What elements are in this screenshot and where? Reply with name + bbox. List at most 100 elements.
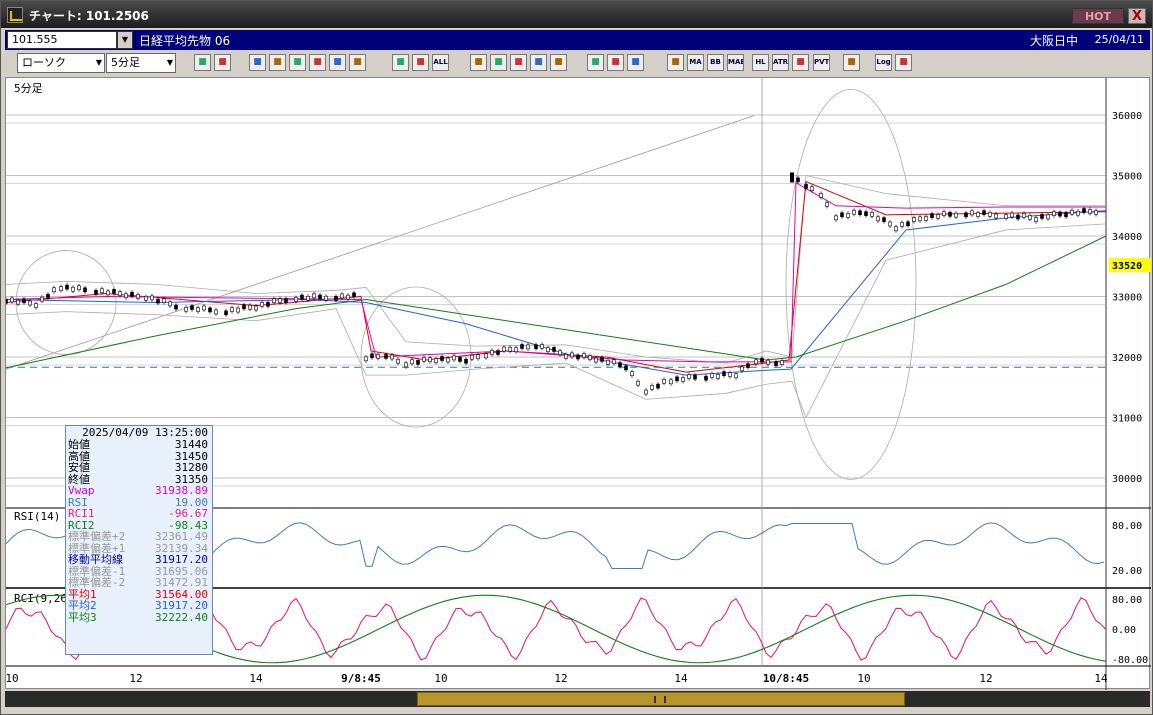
search-icon[interactable]: ■ (194, 54, 211, 71)
palette-icon[interactable]: ■ (627, 54, 644, 71)
candle-body (1082, 208, 1086, 213)
cursor-icon[interactable]: ■ (289, 54, 306, 71)
mae-button[interactable]: MAE (727, 54, 744, 71)
info-label: 平均3 (68, 610, 97, 624)
candle-body (428, 357, 432, 363)
candle-body (4, 299, 8, 304)
chevron-down-icon: ▼ (95, 58, 102, 67)
zoom-icon[interactable]: ■ (269, 54, 286, 71)
timeframe-value: 5分足 (111, 56, 140, 69)
hand-icon[interactable]: ■ (470, 54, 487, 71)
candle-body (930, 213, 934, 218)
candle-body (334, 296, 338, 301)
candle-body (810, 186, 814, 191)
candle-body (882, 217, 886, 222)
compare-icon[interactable]: ■ (530, 54, 547, 71)
candle-body (440, 356, 444, 361)
candle-body (1094, 210, 1098, 215)
candle-body (846, 213, 850, 218)
candle-body (669, 379, 673, 385)
indicator-icon[interactable]: ■ (667, 54, 684, 71)
candle-body (77, 285, 81, 291)
market-status: 大阪日中 (1029, 34, 1078, 48)
candle-body (982, 210, 986, 215)
grid-icon[interactable]: ■ (214, 54, 231, 71)
time-scrollbar[interactable] (5, 691, 1150, 707)
data-window: 2025/04/09 13:25:00 始値 31440 高値 31450 安値 3128… (65, 425, 213, 655)
candle-body (760, 357, 764, 363)
candle-body (734, 373, 738, 379)
candle-body (728, 372, 732, 377)
candle-body (346, 294, 350, 300)
candle-body (675, 376, 679, 382)
candle-body (564, 354, 568, 359)
x-tick-label: 14 (1094, 672, 1108, 685)
candle-body (834, 215, 838, 221)
candle-body (840, 212, 844, 218)
candle-body (340, 293, 344, 299)
candle-body (352, 292, 356, 298)
trash-icon[interactable]: ■ (349, 54, 366, 71)
symbol-input[interactable]: 101.555 (7, 31, 117, 49)
bb-button[interactable]: BB (707, 54, 724, 71)
price-tick-label: 31000 (1112, 414, 1142, 425)
frame-icon[interactable]: ■ (843, 54, 860, 71)
candle-body (410, 359, 414, 365)
title-bar[interactable]: チャート: 101.2506 HOT X (1, 1, 1152, 28)
pvt-button[interactable]: PVT (813, 54, 830, 71)
triangle-icon[interactable]: ■ (550, 54, 567, 71)
bookmark-icon[interactable]: ■ (309, 54, 326, 71)
candle-body (196, 307, 200, 312)
rci-tick-label: -80.00 (1112, 655, 1148, 666)
log-button[interactable]: Log (875, 54, 892, 71)
candle-body (864, 211, 868, 216)
candle-body (94, 289, 98, 295)
symbol-dropdown-button[interactable]: ▼ (117, 31, 133, 49)
timeframe-select[interactable]: 5分足 ▼ (106, 53, 176, 73)
candle-body (230, 307, 234, 312)
candle-body (534, 344, 538, 350)
window-title: チャート: 101.2506 (29, 9, 149, 23)
candle-body (1034, 217, 1038, 222)
chart-type-value: ローソク (22, 56, 66, 69)
settings-icon[interactable]: ■ (587, 54, 604, 71)
candle-body (964, 212, 968, 218)
candle-body (876, 216, 880, 222)
vwap-line (5, 181, 1106, 363)
wrench-icon[interactable]: ■ (607, 54, 624, 71)
scrollbar-thumb[interactable] (417, 692, 905, 706)
search2-icon[interactable]: ■ (490, 54, 507, 71)
atr-button[interactable]: ATR (772, 54, 789, 71)
candle-body (318, 294, 322, 300)
export-icon[interactable]: ■ (895, 54, 912, 71)
candle-body (936, 214, 940, 219)
candle-body (612, 359, 616, 364)
candle-body (1076, 210, 1080, 216)
chart-type-select[interactable]: ローソク ▼ (17, 53, 105, 73)
hl-button[interactable]: HL (752, 54, 769, 71)
candle-body (174, 304, 178, 310)
candle-icon[interactable]: ■ (392, 54, 409, 71)
candle-body (83, 287, 87, 293)
document-icon[interactable]: ■ (329, 54, 346, 71)
close-button[interactable]: X (1128, 8, 1146, 24)
x-tick-label: 10 (434, 672, 447, 685)
candle-body (970, 210, 974, 216)
bar-icon[interactable]: ■ (510, 54, 527, 71)
pen-icon[interactable]: ■ (249, 54, 266, 71)
ma-button[interactable]: MA (687, 54, 704, 71)
all-button[interactable]: ALL (432, 54, 449, 71)
candle-body (136, 294, 140, 299)
market-date: 25/04/11 (1094, 33, 1144, 46)
candle-body (242, 304, 246, 310)
candle-body (1052, 211, 1056, 216)
env-icon[interactable]: ■ (792, 54, 809, 71)
hot-button[interactable]: HOT (1072, 8, 1124, 24)
candle2-icon[interactable]: ■ (412, 54, 429, 71)
candle-body (168, 301, 172, 307)
candle-body (484, 353, 488, 359)
candle-body (452, 355, 456, 361)
candle-body (28, 300, 32, 306)
candle-body (630, 371, 634, 377)
x-tick-label: 10/8:45 (763, 672, 809, 685)
